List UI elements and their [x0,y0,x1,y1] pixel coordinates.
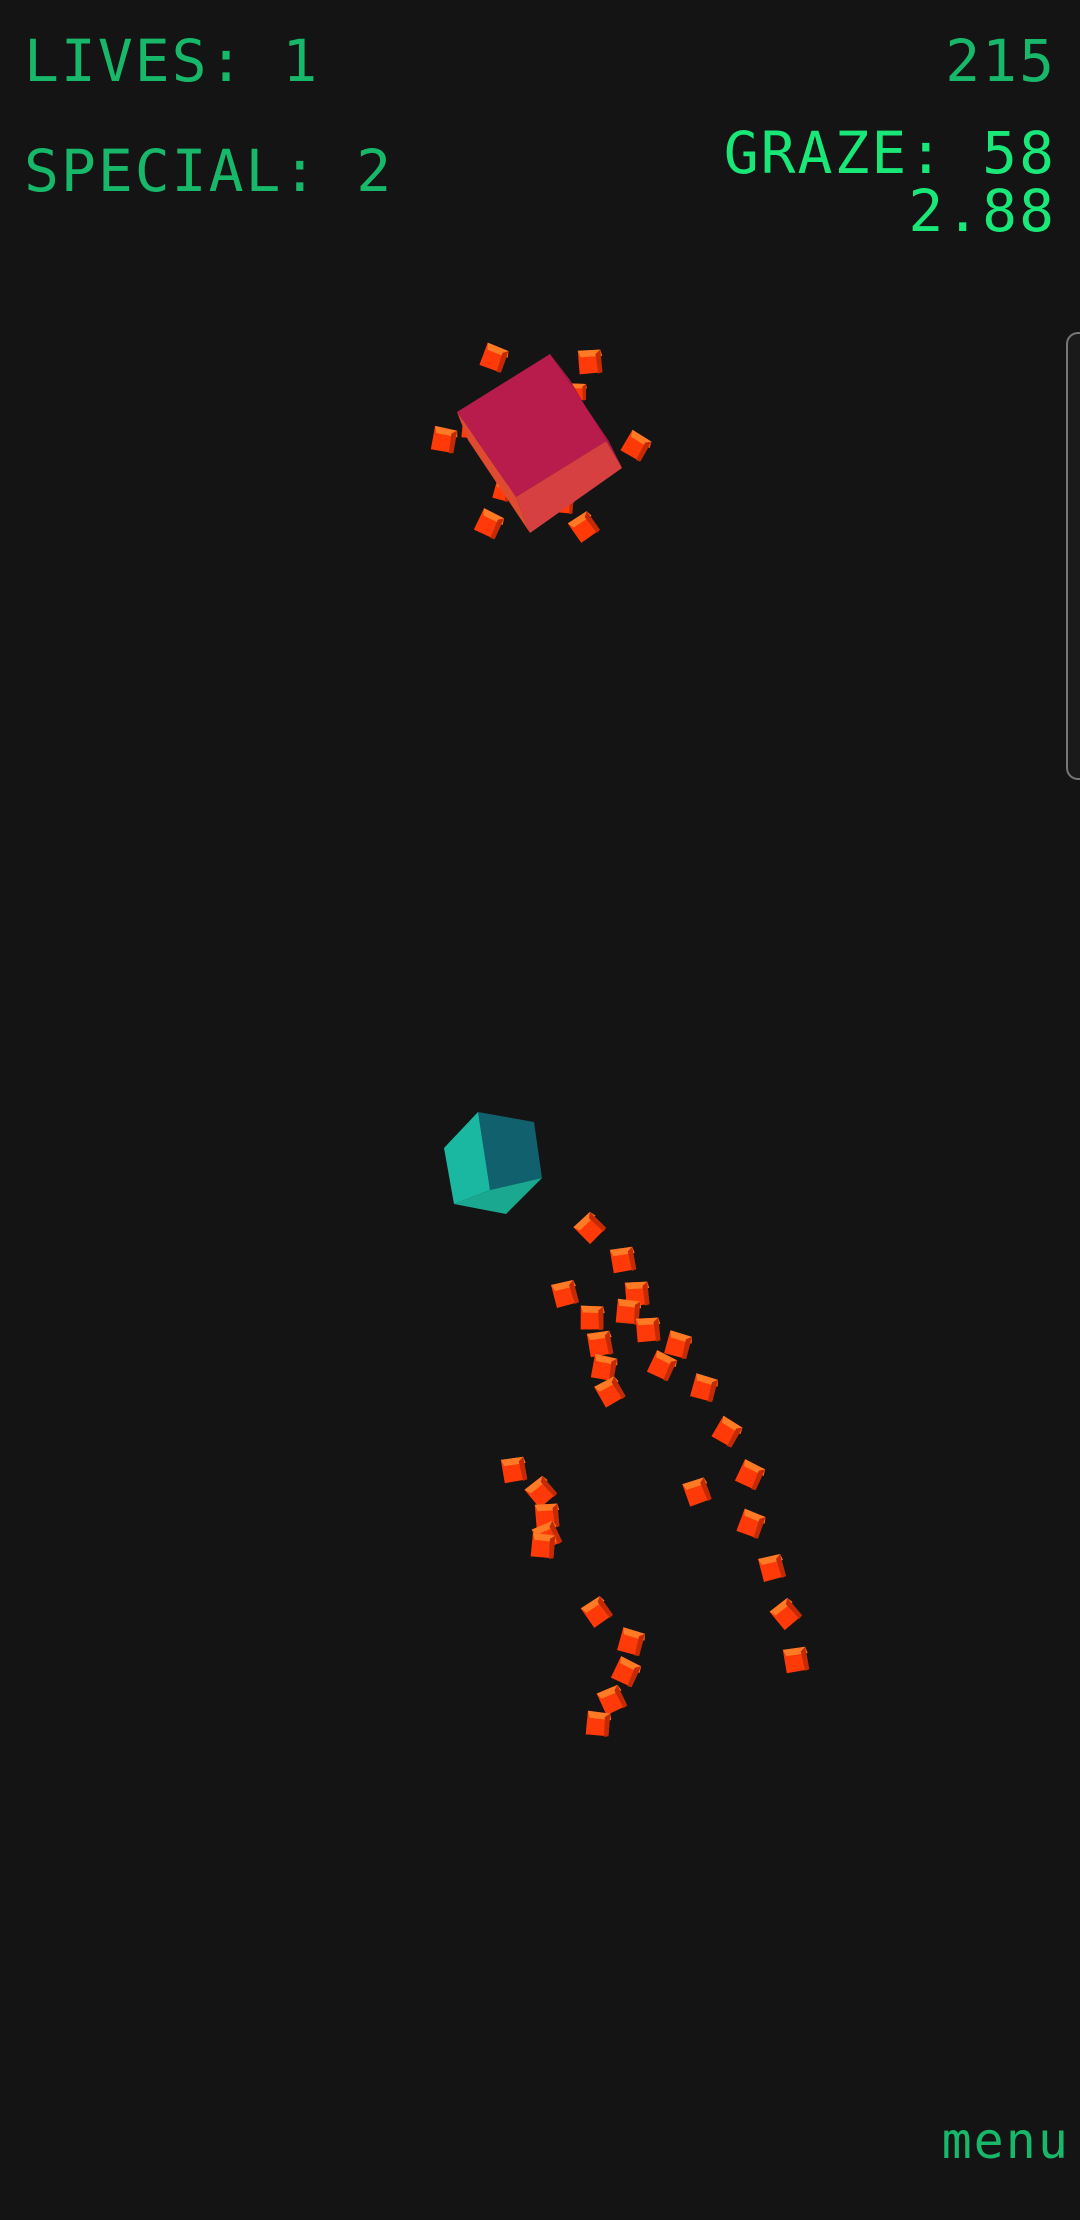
special-counter: SPECIAL: 2 [24,137,394,205]
orbit-bullet [573,345,607,379]
bullet [551,1280,579,1308]
bullet [584,1328,616,1360]
enemy-cube [457,354,622,533]
score-display: 215 [945,27,1056,95]
edge-panel-handle[interactable] [1066,332,1080,780]
bullet [574,1300,610,1336]
bullet [707,1412,747,1452]
orbit-bullet [616,426,656,466]
bullet [498,1454,530,1486]
bullet [731,1504,771,1544]
playfield [425,338,812,1742]
graze-counter: GRAZE: 58 [723,119,1056,187]
bullet [592,1374,628,1410]
bullet [780,1644,812,1676]
bullet [579,1594,615,1630]
orbit-bullet [566,509,602,545]
bullet [606,1652,646,1692]
orbit-bullet [469,504,509,544]
enemy-boss [425,338,656,545]
player-ship [444,1112,542,1214]
bullet [570,1208,610,1248]
bullet [595,1683,629,1717]
bullet [681,1476,713,1508]
bullet [611,1622,651,1662]
lives-counter: LIVES: 1 [24,27,320,95]
bullet [607,1244,639,1276]
orbit-bullet [474,338,514,378]
menu-button[interactable]: menu [942,2116,1070,2166]
orbit-bullet [425,421,463,459]
score-multiplier: 2.88 [908,177,1056,245]
bullet-field [498,1208,812,1742]
bullet [758,1554,786,1582]
bullet [684,1368,724,1408]
bullet [767,1595,805,1633]
bullet [730,1455,770,1495]
